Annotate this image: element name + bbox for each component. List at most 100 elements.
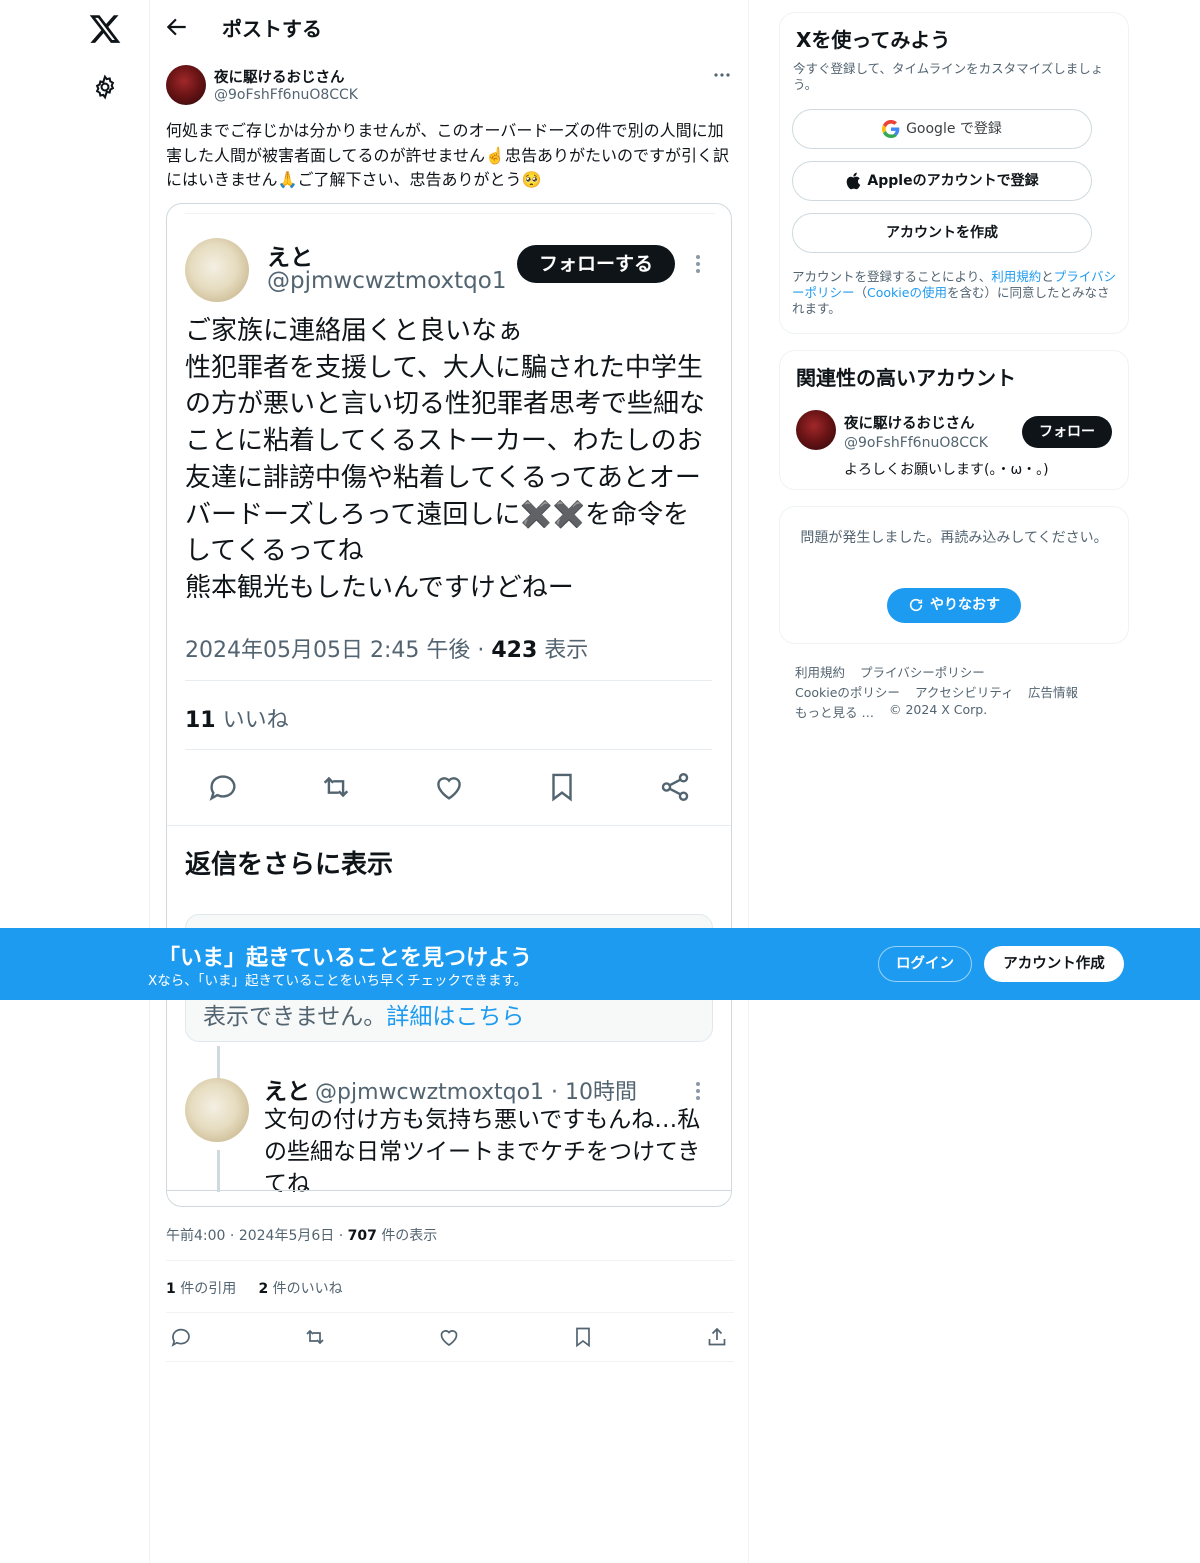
signup-title: Xを使ってみよう (796, 28, 951, 52)
error-card (779, 506, 1129, 644)
author-avatar[interactable] (166, 65, 206, 105)
related-accounts-title: 関連性の高いアカウント (796, 366, 1016, 390)
footer-accessibility-link[interactable]: アクセシビリティ (915, 682, 1014, 701)
post-views-count: 707 (347, 1228, 377, 1244)
image-learn-more-link: 詳細はこちら (386, 1004, 525, 1030)
image-share-icon (658, 770, 692, 804)
retry-button[interactable]: やりなおす (887, 588, 1021, 623)
error-message: 問題が発生しました。再読み込みしてください。 (800, 530, 1108, 546)
quotes-label: 件の引用 (180, 1281, 237, 1297)
related-account-name[interactable]: 夜に駆けるおじさん (844, 412, 975, 433)
terms-prefix: アカウントを登録することにより、 (792, 269, 992, 284)
apple-icon (845, 172, 861, 190)
image-likes: 11 いいね (185, 702, 289, 734)
divider (166, 1361, 734, 1362)
footer-copyright: © 2024 X Corp. (889, 702, 988, 717)
post-date[interactable]: 2024年5月6日 (239, 1228, 334, 1244)
likes-link[interactable]: 2 件のいいね (258, 1281, 342, 1297)
google-icon (882, 120, 900, 138)
google-signup-label: Google で登録 (906, 121, 1002, 137)
footer-cookie-link[interactable]: Cookieのポリシー (795, 682, 900, 701)
follow-button[interactable]: フォロー (1022, 416, 1112, 448)
image-divider (185, 749, 712, 750)
more-options-icon[interactable] (708, 64, 736, 86)
image-reply-more-icon (694, 1080, 702, 1102)
image-views-label: 表示 (537, 638, 589, 663)
image-more-icon (694, 252, 702, 276)
post-text: 何処までご存じかは分かりませんが、このオーバードーズの件で別の人間に加害した人間… (166, 121, 729, 189)
author-name[interactable]: 夜に駆けるおじさん (214, 66, 345, 87)
author-handle[interactable]: @9oFshFf6nuO8CCK (214, 87, 358, 103)
image-reply-handle: @pjmwcwztmoxtqo1 · 10時間 (315, 1080, 638, 1105)
image-like-icon (432, 770, 466, 804)
terms-mid: （ (854, 285, 868, 300)
footer-more-link[interactable]: もっと見る … (795, 702, 874, 721)
post-time[interactable]: 午前4:00 (166, 1228, 225, 1244)
signup-subtitle: 今すぐ登録して、タイムラインをカスタマイズしましょう。 (793, 61, 1104, 92)
likes-label: 件のいいね (272, 1281, 343, 1297)
quotes-count: 1 (166, 1281, 176, 1297)
refresh-icon (908, 597, 924, 613)
image-thread-line (217, 1150, 220, 1192)
related-account-handle[interactable]: @9oFshFf6nuO8CCK (844, 435, 988, 451)
quotes-link[interactable]: 1 件の引用 (166, 1281, 236, 1297)
related-avatar[interactable] (796, 410, 836, 450)
image-reply-name: えと (264, 1079, 310, 1105)
image-bottom-divider (167, 1190, 731, 1191)
image-datetime: 2024年05月05日 2:45 午後 · 423 表示 (185, 632, 588, 664)
apple-signup-button[interactable]: Appleのアカウントで登録 (792, 161, 1092, 201)
terms-notice: アカウントを登録することにより、利用規約とプライバシーポリシー（Cookieの使… (792, 269, 1120, 317)
apple-signup-label: Appleのアカウントで登録 (867, 173, 1039, 189)
image-author-handle: @pjmwcwztmoxtqo1 (267, 268, 507, 294)
divider (166, 1260, 734, 1261)
divider (166, 1312, 734, 1313)
post-views-label: 件の表示 (381, 1228, 438, 1244)
footer-ads-link[interactable]: 広告情報 (1028, 682, 1078, 701)
image-divider (167, 825, 731, 826)
image-top-divider (185, 204, 715, 214)
image-datetime-text: 2024年05月05日 2:45 午後 · (185, 638, 492, 663)
banner-subtitle: Xなら、「いま」起きていることをいち早くチェックできます。 (148, 973, 528, 989)
image-follow-button: フォローする (517, 245, 675, 283)
like-icon[interactable] (437, 1325, 461, 1349)
image-reply-icon (206, 770, 240, 804)
terms-and: と (1041, 269, 1054, 284)
retry-label: やりなおす (930, 597, 1000, 613)
image-more-replies: 返信をさらに表示 (185, 850, 394, 880)
reply-icon[interactable] (169, 1325, 193, 1349)
image-divider (185, 680, 712, 681)
post-timestamp: 午前4:00 · 2024年5月6日 · 707 件の表示 (166, 1228, 438, 1244)
page-title: ポストする (222, 17, 322, 41)
image-avatar (185, 238, 249, 302)
image-reply-avatar (185, 1078, 249, 1142)
x-logo-icon[interactable] (88, 12, 122, 46)
settings-gear-icon[interactable] (92, 74, 118, 100)
related-account-bio: よろしくお願いします(。・ω・。) (844, 462, 1049, 478)
post-image[interactable]: えと @pjmwcwztmoxtqo1 フォローする ご家族に連絡届くと良いなぁ… (166, 203, 732, 1207)
image-likes-count: 11 (185, 708, 216, 733)
terms-link[interactable]: 利用規約 (991, 269, 1041, 284)
image-unavailable-text: 表示できません。詳細はこちら (203, 997, 524, 1031)
image-views-count: 423 (491, 638, 538, 663)
footer-privacy-link[interactable]: プライバシーポリシー (860, 662, 985, 681)
banner-title: 「いま」起きていることを見つけよう (158, 946, 533, 971)
image-tweet-text: ご家族に連絡届くと良いなぁ 性犯罪者を支援して、大人に騙された中学生の方が悪いと… (185, 316, 706, 603)
back-arrow-icon[interactable] (164, 14, 190, 40)
footer-terms-link[interactable]: 利用規約 (795, 662, 845, 681)
post-stats: 1 件の引用 2 件のいいね (166, 1278, 343, 1298)
repost-icon[interactable] (303, 1325, 327, 1349)
image-retweet-icon (319, 770, 353, 804)
image-bookmark-icon (545, 770, 579, 804)
likes-count: 2 (258, 1281, 269, 1297)
banner-signup-button[interactable]: アカウント作成 (984, 946, 1124, 982)
bookmark-icon[interactable] (571, 1325, 595, 1349)
image-likes-label: いいね (215, 708, 289, 733)
image-author-name: えと (267, 245, 313, 271)
share-icon[interactable] (705, 1325, 729, 1349)
image-unavailable-label: 表示できません。 (203, 1004, 387, 1030)
cookie-link[interactable]: Cookieの使用 (867, 285, 947, 300)
login-button[interactable]: ログイン (878, 946, 972, 982)
google-signup-button[interactable]: Google で登録 (792, 109, 1092, 149)
image-reply-text: 文句の付け方も気持ち悪いですもんね…私の些細な日常ツイートまでケチをつけてきてね (264, 1107, 701, 1192)
create-account-button[interactable]: アカウントを作成 (792, 213, 1092, 253)
